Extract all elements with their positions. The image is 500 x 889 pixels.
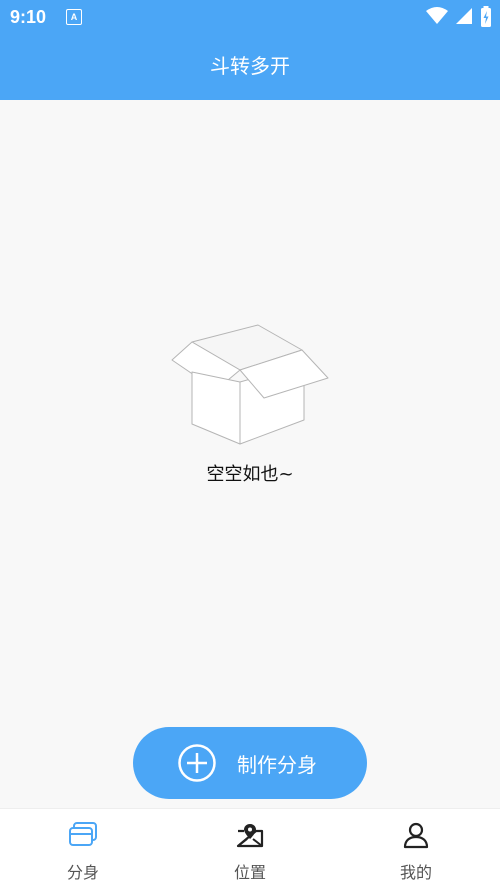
bottom-tab-bar: 分身 位置 我的	[0, 808, 500, 889]
notification-icon: A	[66, 9, 82, 25]
tab-clones-label: 分身	[66, 863, 99, 882]
wifi-icon	[425, 7, 448, 24]
empty-box-icon	[168, 322, 332, 452]
tab-location[interactable]: 位置	[167, 809, 333, 889]
system-icons	[424, 6, 492, 28]
create-clone-button[interactable]: 制作分身	[133, 727, 367, 799]
status-bar: 9:10 A	[0, 0, 500, 34]
status-time: 9:10	[10, 7, 47, 27]
page-title: 斗转多开	[210, 54, 290, 78]
empty-message: 空空如也~	[206, 464, 294, 485]
plus-circle-icon	[178, 744, 216, 782]
create-clone-label: 制作分身	[237, 752, 317, 777]
tab-profile[interactable]: 我的	[333, 809, 499, 889]
user-icon	[403, 822, 429, 849]
tab-clones[interactable]: 分身	[0, 809, 166, 889]
tab-location-label: 位置	[233, 863, 266, 882]
app-header: 9:10 A 斗转多开	[0, 0, 500, 100]
clone-cards-icon	[69, 822, 97, 846]
location-map-icon	[236, 824, 264, 848]
tab-profile-label: 我的	[399, 863, 432, 882]
battery-icon	[481, 6, 491, 27]
signal-icon	[455, 8, 472, 24]
